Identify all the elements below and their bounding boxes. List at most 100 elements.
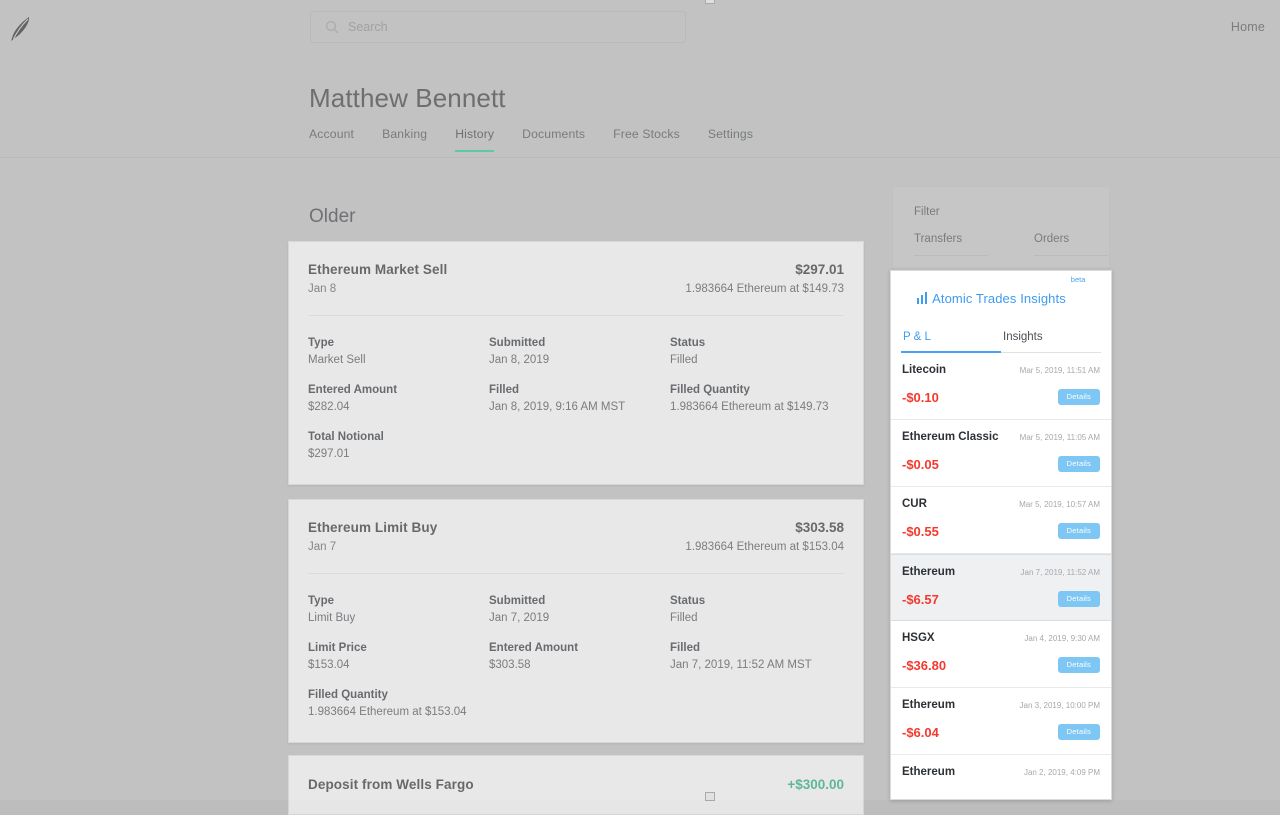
detail-value: Jan 8, 2019, 9:16 AM MST [489,401,670,413]
detail-field: Filled Jan 8, 2019, 9:16 AM MST [489,384,670,413]
details-button[interactable]: Details [1058,389,1100,405]
transaction-details-grid: Type Market Sell Submitted Jan 8, 2019 S… [289,316,863,484]
detail-value: $303.58 [489,659,670,671]
pl-asset-name: HSGX [902,632,935,644]
feather-logo[interactable] [8,14,34,44]
insights-tab-pl[interactable]: P & L [901,325,1001,353]
details-button[interactable]: Details [1058,456,1100,472]
pl-timestamp: Jan 2, 2019, 4:09 PM [1024,768,1100,777]
detail-field: Submitted Jan 7, 2019 [489,595,670,624]
details-button[interactable]: Details [1058,657,1100,673]
detail-label: Filled [489,384,670,396]
transaction-amount: $303.58 [685,520,844,535]
tab-settings[interactable]: Settings [708,127,753,152]
tab-documents[interactable]: Documents [522,127,585,152]
detail-label: Filled [670,642,844,654]
transaction-title: Ethereum Limit Buy [308,520,437,535]
search-bar[interactable] [310,11,686,43]
detail-field: Filled Jan 7, 2019, 11:52 AM MST [670,642,844,671]
detail-field: Total Notional $297.01 [308,431,489,460]
insights-brand: Atomic Trades Insights beta [891,271,1111,325]
transaction-card[interactable]: Ethereum Limit Buy Jan 7 $303.58 1.98366… [288,499,864,743]
detail-value: 1.983664 Ethereum at $149.73 [670,401,844,413]
detail-label: Entered Amount [308,384,489,396]
pl-row-header: Ethereum Jan 3, 2019, 10:00 PM [902,688,1100,711]
transaction-card[interactable]: Ethereum Market Sell Jan 8 $297.01 1.983… [288,241,864,485]
pl-row[interactable]: CUR Mar 5, 2019, 10:57 AM -$0.55 Details [891,487,1111,554]
details-button[interactable]: Details [1058,724,1100,740]
pl-row-header: Ethereum Jan 2, 2019, 4:09 PM [902,755,1100,778]
home-link[interactable]: Home [1231,20,1265,34]
section-heading-older: Older [309,206,355,228]
pl-timestamp: Mar 5, 2019, 10:57 AM [1019,500,1100,509]
detail-field: Entered Amount $303.58 [489,642,670,671]
detail-value: 1.983664 Ethereum at $153.04 [308,706,489,718]
transaction-card[interactable]: Deposit from Wells Fargo +$300.00 [288,755,864,815]
pl-row[interactable]: Ethereum Jan 2, 2019, 4:09 PM [891,755,1111,800]
filter-panel: Filter Transfers Orders [892,186,1110,268]
detail-field: Type Market Sell [308,337,489,366]
tab-account[interactable]: Account [309,127,354,152]
filter-tab-transfers[interactable]: Transfers [914,233,988,256]
detail-value: Jan 8, 2019 [489,354,670,366]
detail-field: Limit Price $153.04 [308,642,489,671]
pl-row-header: HSGX Jan 4, 2019, 9:30 AM [902,621,1100,644]
pl-amount: -$6.57 [902,592,939,607]
transaction-title: Deposit from Wells Fargo [308,777,474,792]
app-root: Home Matthew Bennett Account Banking His… [0,0,1280,800]
detail-field: Status Filled [670,595,844,624]
top-bar: Home [0,0,1280,55]
nav-tabs: Account Banking History Documents Free S… [309,127,753,152]
pl-row-header: Ethereum Jan 7, 2019, 11:52 AM [902,555,1100,578]
detail-label: Type [308,595,489,607]
details-button[interactable]: Details [1058,523,1100,539]
scroll-indicator-top[interactable] [705,0,715,4]
tab-free-stocks[interactable]: Free Stocks [613,127,680,152]
pl-timestamp: Mar 5, 2019, 11:05 AM [1020,433,1100,442]
pl-row[interactable]: Litecoin Mar 5, 2019, 11:51 AM -$0.10 De… [891,353,1111,420]
pl-row-selected[interactable]: Ethereum Jan 7, 2019, 11:52 AM -$6.57 De… [891,554,1111,621]
atomic-trades-insights-panel: Atomic Trades Insights beta P & L Insigh… [890,270,1112,800]
pl-asset-name: Ethereum [902,699,955,711]
transaction-header: Ethereum Limit Buy Jan 7 $303.58 1.98366… [289,500,863,553]
detail-label: Status [670,337,844,349]
pl-asset-name: Ethereum [902,566,955,578]
details-button[interactable]: Details [1058,591,1100,607]
search-input[interactable] [348,20,648,34]
detail-value: Jan 7, 2019, 11:52 AM MST [670,659,844,671]
pl-row[interactable]: HSGX Jan 4, 2019, 9:30 AM -$36.80 Detail… [891,621,1111,688]
pl-timestamp: Jan 7, 2019, 11:52 AM [1021,568,1100,577]
filter-tab-orders[interactable]: Orders [1034,233,1108,256]
detail-label: Entered Amount [489,642,670,654]
detail-label: Type [308,337,489,349]
tab-banking[interactable]: Banking [382,127,427,152]
transaction-header: Ethereum Market Sell Jan 8 $297.01 1.983… [289,242,863,295]
detail-label: Filled Quantity [670,384,844,396]
pl-row-header: Litecoin Mar 5, 2019, 11:51 AM [902,353,1100,376]
pl-row[interactable]: Ethereum Jan 3, 2019, 10:00 PM -$6.04 De… [891,688,1111,755]
pl-timestamp: Jan 3, 2019, 10:00 PM [1020,701,1101,710]
page-title: Matthew Bennett [309,83,506,114]
insights-brand-name: Atomic Trades Insights [932,291,1066,306]
pl-amount: -$0.10 [902,390,939,405]
pl-row[interactable]: Ethereum Classic Mar 5, 2019, 11:05 AM -… [891,420,1111,487]
detail-label: Limit Price [308,642,489,654]
detail-field: Entered Amount $282.04 [308,384,489,413]
detail-label: Status [670,595,844,607]
transaction-date: Jan 7 [308,541,437,553]
insights-tab-insights[interactable]: Insights [1001,325,1101,353]
pl-row-footer: -$0.55 Details [902,510,1100,539]
filter-label: Filter [914,206,940,218]
pl-timestamp: Jan 4, 2019, 9:30 AM [1024,634,1100,643]
pl-asset-name: Ethereum Classic [902,431,999,443]
detail-label: Submitted [489,337,670,349]
tab-history[interactable]: History [455,127,494,152]
detail-value: $282.04 [308,401,489,413]
filter-tabs: Transfers Orders [914,233,1108,256]
transaction-amount: +$300.00 [787,777,844,792]
detail-value: $153.04 [308,659,489,671]
detail-label: Total Notional [308,431,489,443]
insights-tabs: P & L Insights [891,325,1111,353]
pl-row-footer: -$0.05 Details [902,443,1100,472]
pl-row-footer: -$6.04 Details [902,711,1100,740]
